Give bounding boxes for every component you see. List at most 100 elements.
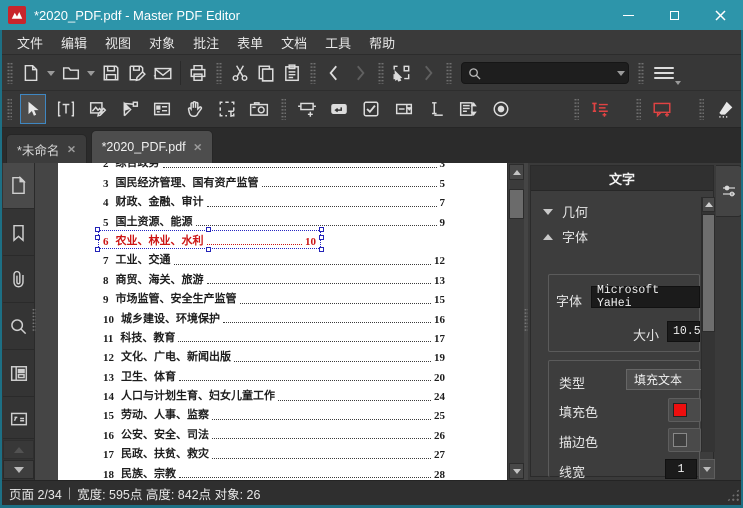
- toc-entry[interactable]: 14 人口与计划生育、妇女儿童工作 24: [103, 384, 445, 403]
- search-panel-button[interactable]: [3, 304, 34, 350]
- scrollbar-thumb[interactable]: [509, 189, 524, 219]
- section-font[interactable]: 字体: [543, 227, 588, 246]
- bookmarks-panel-button[interactable]: [3, 210, 34, 256]
- toc-entry[interactable]: 17 民政、扶贫、救灾 27: [103, 442, 445, 461]
- toolbar-grip[interactable]: [636, 98, 642, 120]
- font-name-field[interactable]: Microsoft YaHei: [591, 284, 700, 310]
- select-tool-icon[interactable]: [20, 94, 47, 124]
- line-width-field[interactable]: 1: [665, 459, 697, 479]
- tab-close-icon[interactable]: ×: [194, 141, 202, 154]
- scroll-up-button[interactable]: [509, 164, 524, 180]
- toc-entry[interactable]: 8 商贸、海关、旅游 13: [103, 267, 445, 287]
- selection-box[interactable]: [95, 226, 324, 252]
- selection-handle[interactable]: [319, 226, 324, 232]
- document-scrollbar[interactable]: [507, 163, 524, 480]
- sidebar-splitter[interactable]: [32, 308, 36, 332]
- toc-entry[interactable]: 2 综合政务 3: [103, 163, 445, 170]
- tab-untitled[interactable]: *未命名 ×: [6, 134, 87, 163]
- form-editor-tool-icon[interactable]: [149, 94, 175, 124]
- text-field-icon[interactable]: [423, 94, 449, 124]
- line-width-dropdown[interactable]: [699, 459, 715, 479]
- sticky-note-annotation-icon[interactable]: [587, 94, 613, 124]
- toolbar-grip[interactable]: [7, 62, 13, 84]
- search-box[interactable]: [461, 62, 629, 84]
- pdf-page[interactable]: 2 综合政务 3 3 国民经济管理、国有资产监管 5 4 财政、金融、审计 7 …: [58, 163, 507, 480]
- menu-view[interactable]: 视图: [96, 30, 140, 55]
- save-as-icon[interactable]: [124, 60, 150, 86]
- back-icon[interactable]: [321, 60, 347, 86]
- search-dropdown-icon[interactable]: [617, 70, 625, 76]
- menu-edit[interactable]: 编辑: [52, 30, 96, 55]
- email-icon[interactable]: [150, 60, 176, 86]
- fit-page-icon[interactable]: [415, 60, 441, 86]
- toc-entry[interactable]: 12 文化、广电、新闻出版 19: [103, 345, 445, 364]
- push-button-field-icon[interactable]: [326, 94, 352, 124]
- toolbar-grip[interactable]: [216, 62, 222, 84]
- toolbar-grip[interactable]: [378, 62, 384, 84]
- selection-handle[interactable]: [95, 235, 100, 241]
- tab-close-icon[interactable]: ×: [67, 143, 75, 156]
- open-file-dropdown-icon[interactable]: [87, 70, 95, 76]
- toc-entry[interactable]: 15 劳动、人事、监察 25: [103, 403, 445, 422]
- sidebar-scroll-down-button[interactable]: [3, 460, 34, 479]
- listbox-field-icon[interactable]: [455, 94, 481, 124]
- toolbar-grip[interactable]: [698, 98, 704, 120]
- toc-entry[interactable]: 13 卫生、体育 20: [103, 364, 445, 384]
- cut-icon[interactable]: [227, 60, 253, 86]
- toc-entry[interactable]: 16 公安、安全、司法 26: [103, 422, 445, 442]
- toolbar-grip[interactable]: [280, 98, 286, 120]
- minimize-button[interactable]: [605, 0, 651, 30]
- forward-icon[interactable]: [347, 60, 373, 86]
- camera-tool-icon[interactable]: [246, 94, 272, 124]
- menu-forms[interactable]: 表单: [228, 30, 272, 55]
- edit-path-tool-icon[interactable]: [117, 94, 143, 124]
- edit-image-tool-icon[interactable]: [85, 94, 111, 124]
- menu-tools[interactable]: 工具: [316, 30, 360, 55]
- stroke-color-button[interactable]: [668, 428, 701, 452]
- selection-handle[interactable]: [205, 226, 211, 232]
- eraser-tool-icon[interactable]: [712, 94, 738, 124]
- window-resize-grip[interactable]: [726, 488, 740, 502]
- menu-help[interactable]: 帮助: [360, 30, 404, 55]
- pages-panel-button[interactable]: [3, 163, 34, 209]
- checkbox-field-icon[interactable]: [358, 94, 384, 124]
- hand-tool-icon[interactable]: [182, 94, 208, 124]
- print-icon[interactable]: [185, 60, 211, 86]
- copy-icon[interactable]: [253, 60, 279, 86]
- combobox-field-icon[interactable]: [391, 94, 417, 124]
- menu-file[interactable]: 文件: [8, 30, 52, 55]
- menu-document[interactable]: 文档: [272, 30, 316, 55]
- button-field-icon[interactable]: [294, 94, 320, 124]
- panel-scrollbar-thumb[interactable]: [702, 214, 715, 332]
- main-menu-icon[interactable]: [649, 60, 681, 86]
- attachments-panel-button[interactable]: [3, 257, 34, 303]
- menu-object[interactable]: 对象: [140, 30, 184, 55]
- tab-2020-pdf[interactable]: *2020_PDF.pdf ×: [90, 130, 213, 163]
- toc-entry[interactable]: 7 工业、交通 12: [103, 248, 445, 267]
- snapshot-tool-icon[interactable]: [214, 94, 240, 124]
- toc-entry[interactable]: 11 科技、教育 17: [103, 326, 445, 345]
- form-fields-panel-button[interactable]: [3, 351, 34, 397]
- fill-color-button[interactable]: [668, 398, 701, 422]
- save-icon[interactable]: [98, 60, 124, 86]
- toc-entry[interactable]: 10 城乡建设、环境保护 16: [103, 306, 445, 326]
- font-size-field[interactable]: 10.5: [667, 321, 701, 342]
- paste-icon[interactable]: [279, 60, 305, 86]
- toc-entry[interactable]: 3 国民经济管理、国有资产监管 5: [103, 170, 445, 190]
- signature-panel-button[interactable]: [3, 398, 34, 439]
- type-dropdown[interactable]: 填充文本: [626, 369, 702, 390]
- selection-handle[interactable]: [95, 246, 100, 252]
- fit-selection-icon[interactable]: [389, 60, 415, 86]
- section-geometry[interactable]: 几何: [543, 202, 588, 221]
- maximize-button[interactable]: [651, 0, 697, 30]
- close-button[interactable]: [697, 0, 743, 30]
- toolbar-grip[interactable]: [446, 62, 452, 84]
- toolbar-grip[interactable]: [310, 62, 316, 84]
- panel-scroll-up-button[interactable]: [702, 197, 715, 212]
- panel-scrollbar[interactable]: [701, 197, 715, 452]
- radio-button-field-icon[interactable]: [487, 94, 513, 124]
- toc-entry[interactable]: 9 市场监管、安全生产监管 15: [103, 287, 445, 306]
- panel-side-tab[interactable]: [716, 165, 741, 217]
- toolbar-grip[interactable]: [7, 98, 13, 120]
- toolbar-grip[interactable]: [573, 98, 579, 120]
